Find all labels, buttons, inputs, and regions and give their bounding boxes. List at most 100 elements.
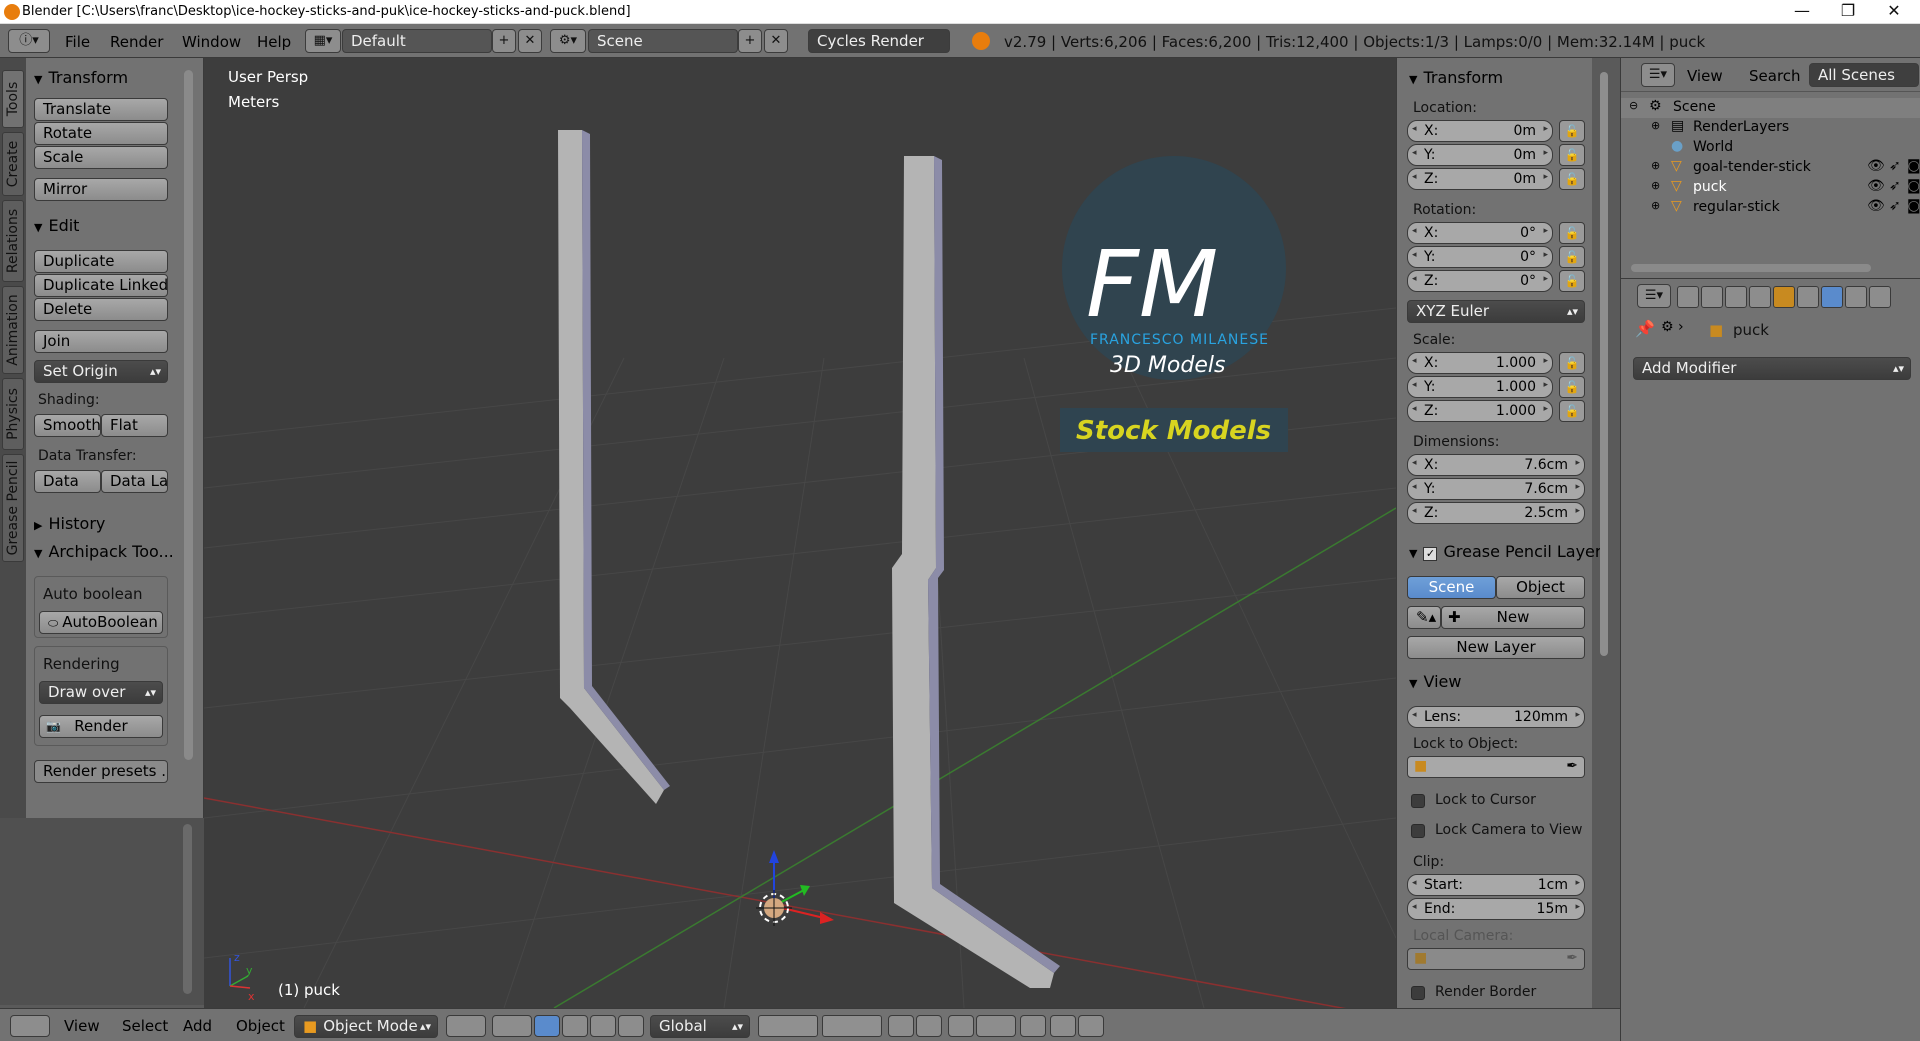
gp-new-button[interactable]: ✚ New — [1441, 606, 1585, 629]
screen-layout-field[interactable]: Default — [342, 29, 492, 53]
render-presets-button[interactable]: Render presets ... — [34, 760, 168, 783]
gp-scene-toggle[interactable]: Scene — [1407, 576, 1496, 599]
eye-icon[interactable]: 👁 — [1867, 178, 1885, 194]
manipulator-toggle-icon[interactable] — [534, 1015, 560, 1037]
smooth-button[interactable]: Smooth — [34, 414, 101, 437]
world-tab-icon[interactable] — [1749, 286, 1771, 308]
scale-z-field[interactable]: ◂ Z: 1.000 ▸ — [1407, 400, 1553, 422]
lower-scrollbar[interactable] — [183, 824, 192, 994]
lock-icon[interactable]: 🔓 — [1559, 144, 1585, 166]
dimension-y-field[interactable]: ◂ Y: 7.6cm ▸ — [1407, 478, 1585, 500]
render-border-checkbox[interactable] — [1411, 986, 1425, 1000]
layers-grid-2[interactable] — [822, 1015, 882, 1037]
lock-icon[interactable]: 🔓 — [1559, 376, 1585, 398]
dimension-z-field[interactable]: ◂ Z: 2.5cm ▸ — [1407, 502, 1585, 524]
lock-camera-icon[interactable] — [888, 1015, 914, 1037]
proportional-edit-icon[interactable] — [916, 1015, 942, 1037]
outliner-filter-select[interactable]: All Scenes — [1809, 63, 1919, 87]
lock-icon[interactable]: 🔓 — [1559, 352, 1585, 374]
outliner-row-renderlayers[interactable]: ⊕ ▤ RenderLayers — [1621, 118, 1920, 138]
outliner-row-puck[interactable]: ⊕ ▽ puck 👁 ➶ ◙ — [1621, 178, 1920, 198]
tab-animation[interactable]: Animation — [2, 286, 24, 374]
lock-icon[interactable]: 🔓 — [1559, 400, 1585, 422]
lock-to-cursor-checkbox[interactable] — [1411, 794, 1425, 808]
lock-icon[interactable]: 🔓 — [1559, 120, 1585, 142]
outliner-row-regular-stick[interactable]: ⊕ ▽ regular-stick 👁 ➶ ◙ — [1621, 198, 1920, 218]
screen-layout-icon[interactable]: ▦▾ — [305, 29, 341, 53]
delete-button[interactable]: Delete — [34, 298, 168, 321]
menu-window[interactable]: Window — [182, 33, 241, 51]
duplicate-button[interactable]: Duplicate — [34, 250, 168, 273]
pin-icon[interactable]: 📌 — [1635, 319, 1655, 338]
translate-manipulator-icon[interactable] — [562, 1015, 588, 1037]
footer-select-menu[interactable]: Select — [122, 1017, 168, 1035]
pencil-icon[interactable]: ✎▴ — [1407, 606, 1441, 629]
camera-icon[interactable]: ◙ — [1907, 178, 1920, 194]
set-origin-select[interactable]: Set Origin ▴▾ — [34, 360, 168, 383]
expand-icon[interactable]: ⊕ — [1651, 199, 1660, 212]
tab-create[interactable]: Create — [2, 132, 24, 196]
modifiers-tab-icon[interactable] — [1821, 286, 1843, 308]
object-tab-icon[interactable] — [1773, 286, 1795, 308]
scene-field[interactable]: Scene — [588, 29, 738, 53]
remove-layout-icon[interactable]: ✕ — [518, 29, 542, 53]
footer-view-menu[interactable]: View — [64, 1017, 100, 1035]
scene-icon[interactable]: ⚙▾ — [550, 29, 586, 53]
scale-y-field[interactable]: ◂ Y: 1.000 ▸ — [1407, 376, 1553, 398]
eye-icon[interactable]: 👁 — [1867, 158, 1885, 174]
add-modifier-select[interactable]: Add Modifier ▴▾ — [1633, 357, 1911, 380]
close-window-button[interactable]: ✕ — [1872, 0, 1916, 24]
render-button[interactable]: 📷 Render — [39, 715, 163, 738]
menu-file[interactable]: File — [65, 33, 90, 51]
outliner-view-menu[interactable]: View — [1687, 67, 1723, 85]
snap-icon[interactable] — [948, 1015, 974, 1037]
regular-stick[interactable] — [892, 156, 1060, 988]
data-tab-icon[interactable] — [1845, 286, 1867, 308]
material-tab-icon[interactable] — [1869, 286, 1891, 308]
add-layout-icon[interactable]: + — [492, 29, 516, 53]
lock-object-field[interactable]: ■ ✒ — [1407, 756, 1585, 778]
footer-object-menu[interactable]: Object — [236, 1017, 285, 1035]
eyedropper-icon[interactable]: ✒ — [1566, 950, 1578, 966]
outliner-h-scrollbar[interactable] — [1631, 264, 1871, 272]
transform-gizmo[interactable] — [756, 850, 834, 926]
expand-icon[interactable]: ⊕ — [1651, 119, 1660, 132]
scale-manipulator-icon[interactable] — [618, 1015, 644, 1037]
render-still-icon[interactable] — [1050, 1015, 1076, 1037]
data-layout-button[interactable]: Data La — [101, 470, 168, 493]
tab-relations[interactable]: Relations — [2, 200, 24, 282]
goal-tender-stick[interactable] — [558, 130, 670, 804]
dimension-x-field[interactable]: ◂ X: 7.6cm ▸ — [1407, 454, 1585, 476]
checkbox-icon[interactable]: ✓ — [1423, 547, 1438, 561]
location-z-field[interactable]: ◂ Z: 0m ▸ — [1407, 168, 1553, 190]
history-panel-header[interactable]: ▶ History — [34, 514, 105, 533]
duplicate-linked-button[interactable]: Duplicate Linked — [34, 274, 168, 297]
transform-panel-header[interactable]: ▼ Transform — [34, 68, 128, 87]
rotation-mode-select[interactable]: XYZ Euler ▴▾ — [1407, 300, 1585, 323]
scene-tab-icon[interactable] — [1725, 286, 1747, 308]
outliner-row-world[interactable]: ● World — [1621, 138, 1920, 158]
camera-icon[interactable]: ◙ — [1907, 158, 1920, 174]
mirror-button[interactable]: Mirror — [34, 178, 168, 201]
edit-panel-header[interactable]: ▼ Edit — [34, 216, 79, 235]
cursor-icon[interactable]: ➶ — [1889, 198, 1901, 214]
gp-object-toggle[interactable]: Object — [1496, 576, 1585, 599]
constraints-tab-icon[interactable] — [1797, 286, 1819, 308]
remove-scene-icon[interactable]: ✕ — [764, 29, 788, 53]
clip-start-field[interactable]: ◂ Start: 1cm ▸ — [1407, 874, 1585, 896]
collapse-icon[interactable]: ⊖ — [1629, 99, 1638, 112]
local-camera-field[interactable]: ■ ✒ — [1407, 948, 1585, 970]
render-layers-tab-icon[interactable] — [1701, 286, 1723, 308]
location-x-field[interactable]: ◂ X: 0m ▸ — [1407, 120, 1553, 142]
maximize-button[interactable]: ❐ — [1826, 0, 1870, 24]
gp-new-layer-button[interactable]: New Layer — [1407, 636, 1585, 659]
rotate-manipulator-icon[interactable] — [590, 1015, 616, 1037]
minimize-button[interactable]: — — [1780, 0, 1824, 24]
translate-button[interactable]: Translate — [34, 98, 168, 121]
autoboolean-button[interactable]: ⬭ AutoBoolean — [39, 611, 163, 634]
location-y-field[interactable]: ◂ Y: 0m ▸ — [1407, 144, 1553, 166]
rotation-y-field[interactable]: ◂ Y: 0° ▸ — [1407, 246, 1553, 268]
toolshelf-scrollbar[interactable] — [184, 70, 193, 760]
scale-button[interactable]: Scale — [34, 146, 168, 169]
render-animation-icon[interactable] — [1078, 1015, 1104, 1037]
